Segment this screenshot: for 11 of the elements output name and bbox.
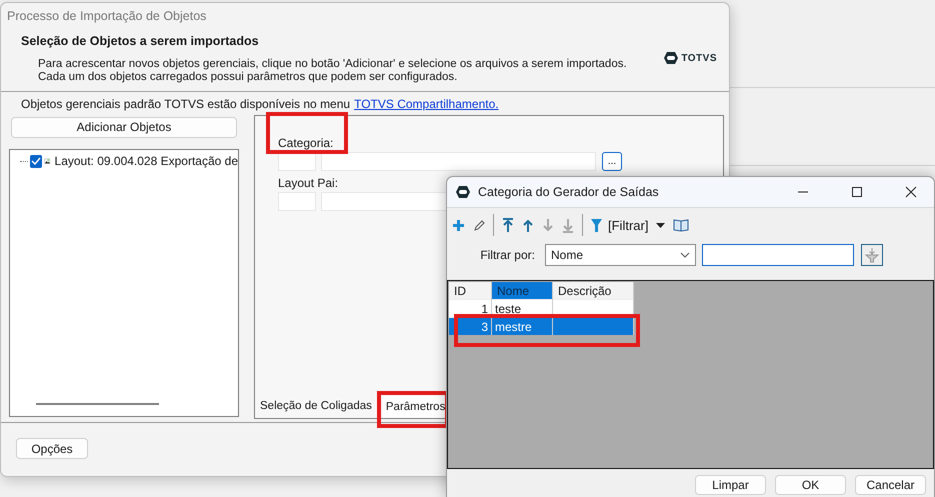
description-text: Para acrescentar novos objetos gerenciais, clique no botão 'Adicionar' e selecione os arquivos a serem importados.	[37, 58, 628, 71]
section-heading: Seleção de Objetos a serem importados	[21, 34, 260, 48]
table-cell: mestre	[492, 318, 552, 335]
field-label: Layout Pai:	[278, 176, 338, 190]
description-text: Cada um dos objetos carregados possui parâmetros que podem ser configurados.	[37, 71, 458, 84]
dialog-title: Categoria do Gerador de Saídas	[478, 185, 660, 199]
filter-by-label: Filtrar por:	[479, 248, 535, 262]
field-label: Categoria:	[278, 136, 334, 150]
logo-text: TOTVS	[681, 52, 717, 64]
info-text: Objetos gerenciais padrão TOTVS estão disponíveis no menu	[21, 97, 350, 111]
window-title: Processo de Importação de Objetos	[6, 8, 208, 25]
